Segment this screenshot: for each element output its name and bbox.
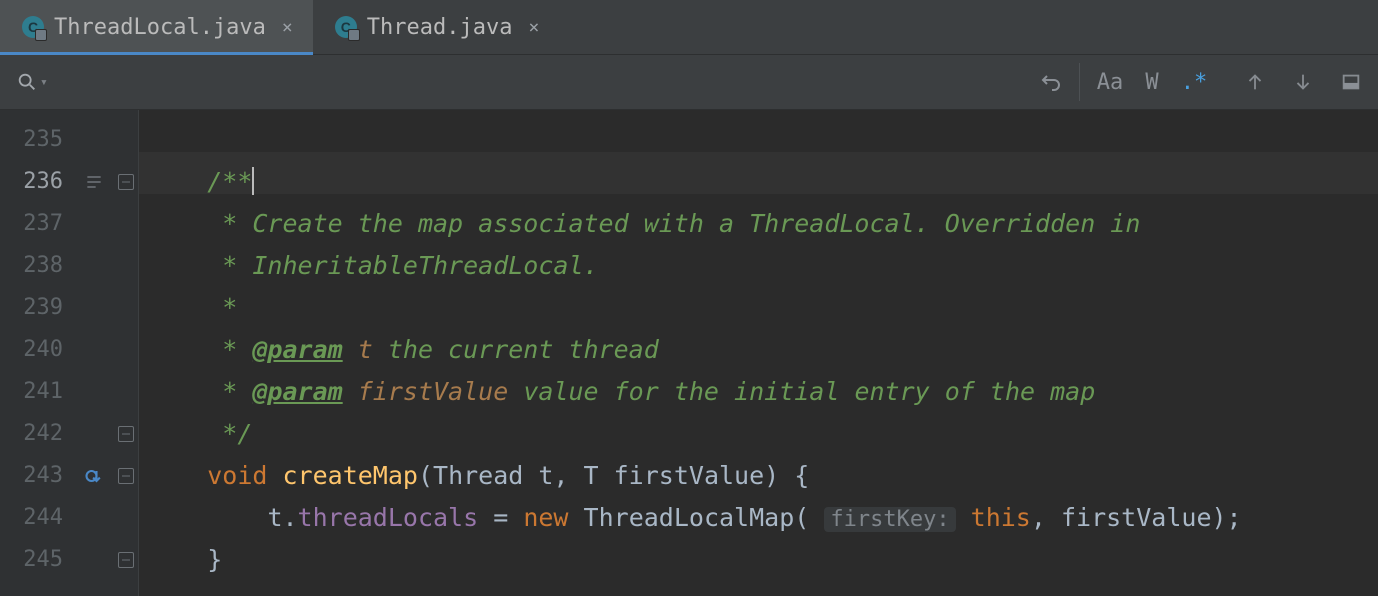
code-token: Create the map associated with a ThreadL… <box>252 209 1140 238</box>
code-token <box>956 503 971 532</box>
find-next-button[interactable] <box>1286 65 1320 99</box>
code-token: InheritableThreadLocal. <box>252 251 598 280</box>
code-token: createMap <box>283 461 418 490</box>
line-number-gutter: 235 236 237 238 239 240 241 242 243 244 … <box>0 110 75 596</box>
code-token: @param <box>252 335 342 364</box>
chevron-down-icon: ▾ <box>40 75 48 90</box>
search-icon <box>16 71 38 93</box>
close-icon[interactable]: × <box>522 17 539 38</box>
history-back-button[interactable] <box>1031 63 1071 101</box>
code-token: } <box>207 545 222 574</box>
fold-gutter <box>113 110 139 596</box>
tab-label: ThreadLocal.java <box>54 15 266 40</box>
code-token: @param <box>252 377 342 406</box>
code-token: /** <box>207 167 252 196</box>
line-number: 244 <box>0 497 75 539</box>
tab-thread-java[interactable]: Thread.java × <box>313 0 560 54</box>
line-number: 238 <box>0 245 75 287</box>
code-token: = <box>478 503 523 532</box>
fold-toggle[interactable] <box>118 174 134 190</box>
find-bar: ▾ Aa W .* <box>0 55 1378 110</box>
java-class-icon <box>335 16 357 38</box>
search-dropdown-button[interactable]: ▾ <box>8 67 56 97</box>
line-number: 240 <box>0 329 75 371</box>
code-token: the current thread <box>388 335 659 364</box>
match-case-toggle[interactable]: Aa <box>1090 63 1130 101</box>
code-token: (Thread t, T firstValue) { <box>418 461 809 490</box>
line-number: 245 <box>0 539 75 581</box>
parameter-hint: firstKey: <box>824 507 955 532</box>
code-token <box>267 461 282 490</box>
selection-icon <box>1340 71 1362 93</box>
code-token: firstValue <box>343 377 524 406</box>
fold-toggle[interactable] <box>118 426 134 442</box>
code-token: * <box>207 251 252 280</box>
line-number: 242 <box>0 413 75 455</box>
line-number: 237 <box>0 203 75 245</box>
code-token: void <box>207 461 267 490</box>
tab-threadlocal-java[interactable]: ThreadLocal.java × <box>0 0 313 54</box>
find-prev-button[interactable] <box>1238 65 1272 99</box>
code-text-area[interactable]: /** * Create the map associated with a T… <box>139 110 1378 596</box>
code-token: this <box>971 503 1031 532</box>
arrow-up-icon <box>1244 71 1266 93</box>
tab-bar: ThreadLocal.java × Thread.java × <box>0 0 1378 55</box>
code-token: t. <box>267 503 297 532</box>
whole-words-toggle[interactable]: W <box>1132 63 1172 101</box>
code-token: , firstValue); <box>1031 503 1242 532</box>
arrow-down-icon <box>1292 71 1314 93</box>
tab-label: Thread.java <box>367 15 513 40</box>
caret <box>252 167 254 195</box>
line-number: 241 <box>0 371 75 413</box>
find-options: Aa W .* <box>1079 63 1220 101</box>
line-number: 239 <box>0 287 75 329</box>
fold-toggle[interactable] <box>118 552 134 568</box>
regex-toggle[interactable]: .* <box>1174 63 1214 101</box>
code-token: new <box>523 503 568 532</box>
find-nav <box>1220 65 1368 99</box>
code-editor[interactable]: 235 236 237 238 239 240 241 242 243 244 … <box>0 110 1378 596</box>
code-token <box>568 503 583 532</box>
override-marker-icon[interactable] <box>75 455 113 497</box>
line-number: 236 <box>0 161 75 203</box>
code-token: ThreadLocalMap( <box>584 503 825 532</box>
java-class-icon <box>22 16 44 38</box>
gutter-marks <box>75 110 113 596</box>
code-token: value for the initial entry of the map <box>523 377 1095 406</box>
fold-toggle[interactable] <box>118 468 134 484</box>
code-token: threadLocals <box>298 503 479 532</box>
undo-arrow-icon <box>1039 70 1063 94</box>
code-token: * <box>207 209 252 238</box>
line-number: 243 <box>0 455 75 497</box>
code-token: t <box>343 335 388 364</box>
code-token <box>207 503 267 532</box>
find-in-selection-button[interactable] <box>1334 65 1368 99</box>
soft-wrap-icon <box>75 161 113 203</box>
line-number: 235 <box>0 119 75 161</box>
close-icon[interactable]: × <box>276 17 293 38</box>
code-token: */ <box>207 419 252 448</box>
code-token: * <box>207 293 237 322</box>
code-token: * <box>207 335 252 364</box>
code-token: * <box>207 377 252 406</box>
